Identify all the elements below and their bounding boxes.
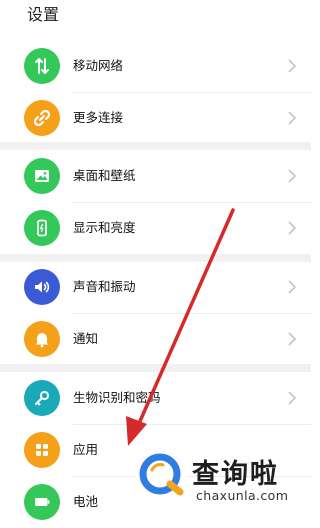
chevron-right-icon — [288, 59, 297, 73]
group-separator — [0, 364, 311, 372]
watermark: 查询啦 chaxunla.com — [130, 440, 311, 528]
settings-item-more-connections[interactable]: 更多连接 — [0, 92, 311, 144]
settings-item-biometrics-password[interactable]: 生物识别和密码 — [0, 372, 311, 424]
bell-icon — [24, 321, 60, 357]
settings-item-display-brightness[interactable]: 显示和亮度 — [0, 202, 311, 254]
mobile-data-icon — [24, 48, 60, 84]
watermark-url: chaxunla.com — [196, 488, 289, 503]
settings-item-label: 电池 — [73, 494, 99, 509]
apps-icon — [24, 432, 60, 468]
chevron-right-icon — [288, 332, 297, 346]
battery-icon — [24, 484, 60, 520]
chevron-right-icon — [288, 111, 297, 125]
chevron-right-icon — [288, 221, 297, 235]
key-icon — [24, 380, 60, 416]
settings-item-mobile-network[interactable]: 移动网络 — [0, 40, 311, 92]
wallpaper-icon — [24, 158, 60, 194]
display-icon — [24, 210, 60, 246]
settings-item-label: 应用 — [73, 442, 99, 457]
settings-item-notifications[interactable]: 通知 — [0, 313, 311, 365]
settings-item-label: 显示和亮度 — [73, 220, 136, 235]
settings-item-label: 通知 — [73, 331, 99, 346]
settings-item-label: 桌面和壁纸 — [73, 168, 136, 183]
settings-item-desktop-wallpaper[interactable]: 桌面和壁纸 — [0, 150, 311, 202]
chevron-right-icon — [288, 391, 297, 405]
settings-item-label: 移动网络 — [73, 58, 124, 73]
chevron-right-icon — [288, 169, 297, 183]
link-icon — [24, 100, 60, 136]
page-title: 设置 — [27, 5, 60, 24]
chevron-right-icon — [288, 280, 297, 294]
watermark-title: 查询啦 — [192, 459, 279, 490]
settings-item-sound-vibration[interactable]: 声音和振动 — [0, 261, 311, 313]
settings-item-label: 生物识别和密码 — [73, 390, 161, 405]
settings-item-label: 声音和振动 — [73, 279, 136, 294]
watermark-logo-icon — [136, 448, 188, 500]
settings-item-label: 更多连接 — [73, 110, 124, 125]
sound-icon — [24, 269, 60, 305]
